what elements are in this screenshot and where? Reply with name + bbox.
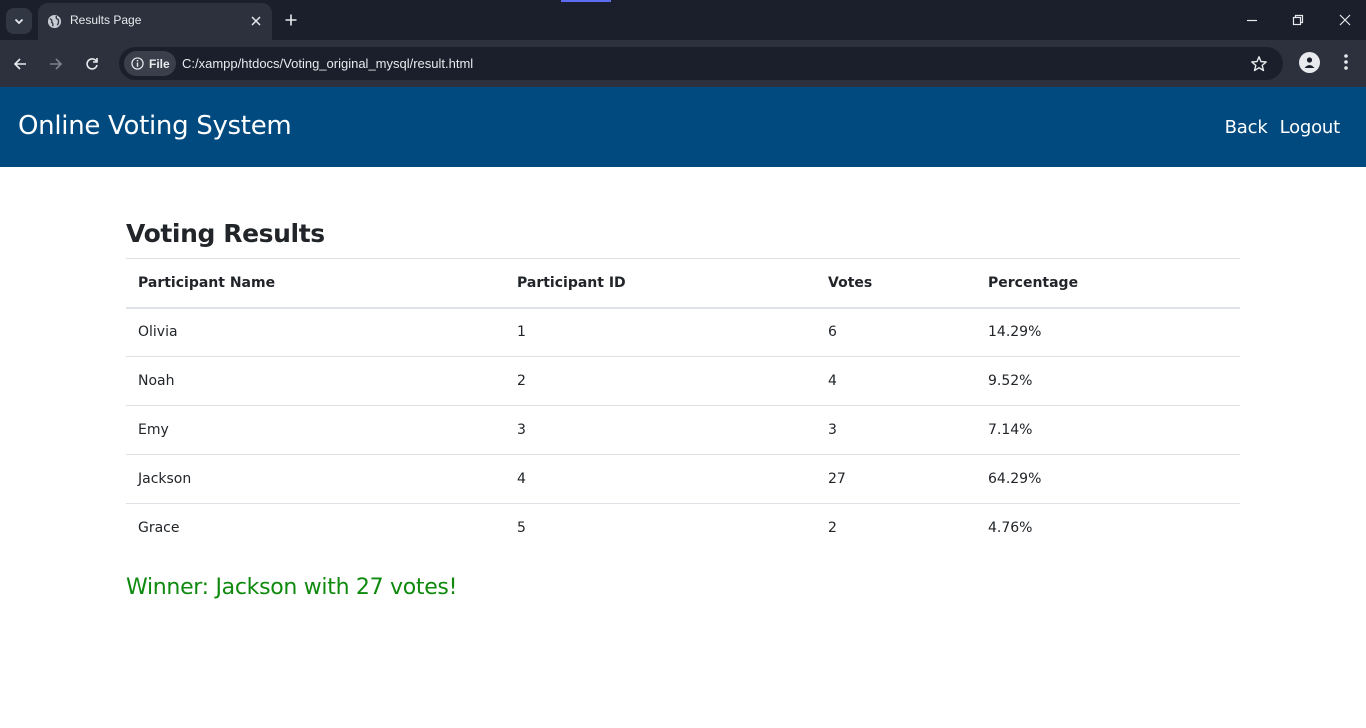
site-header: Online Voting System Back Logout <box>0 87 1366 167</box>
winner-announcement: Winner: Jackson with 27 votes! <box>126 574 458 600</box>
page-title: Voting Results <box>126 219 325 248</box>
avatar-icon <box>1304 57 1315 68</box>
site-title: Online Voting System <box>18 111 292 141</box>
new-tab-button[interactable] <box>282 11 300 29</box>
results-table: Participant Name Participant ID Votes Pe… <box>126 258 1240 553</box>
table-row: Olivia 1 6 14.29% <box>126 307 1240 357</box>
reload-icon <box>86 58 98 70</box>
restore-button[interactable] <box>1288 10 1308 30</box>
cell-votes: 6 <box>816 307 976 357</box>
arrow-right-icon <box>50 58 63 70</box>
globe-icon <box>47 14 62 29</box>
more-vertical-icon <box>1344 54 1348 70</box>
column-header-name: Participant Name <box>126 258 505 309</box>
back-link[interactable]: Back <box>1225 117 1268 138</box>
address-bar[interactable]: File C:/xampp/htdocs/Voting_original_mys… <box>119 47 1283 80</box>
site-chip-label: File <box>149 56 170 71</box>
close-icon <box>251 16 261 26</box>
browser-tab-active[interactable]: Results Page <box>38 3 272 40</box>
browser-menu-button[interactable] <box>1337 51 1355 73</box>
cell-id: 3 <box>505 405 816 455</box>
cell-percentage: 7.14% <box>976 405 1240 455</box>
table-header-row: Participant Name Participant ID Votes Pe… <box>126 258 1240 309</box>
column-header-votes: Votes <box>816 258 976 309</box>
window-accent <box>561 0 611 2</box>
cell-id: 5 <box>505 503 816 553</box>
cell-percentage: 9.52% <box>976 356 1240 406</box>
cell-votes: 4 <box>816 356 976 406</box>
table-row: Jackson 4 27 64.29% <box>126 454 1240 504</box>
tab-close-button[interactable] <box>248 13 264 29</box>
table-row: Emy 3 3 7.14% <box>126 405 1240 455</box>
cell-name: Grace <box>126 503 505 553</box>
browser-toolbar: File C:/xampp/htdocs/Voting_original_mys… <box>0 40 1366 87</box>
url-text[interactable]: C:/xampp/htdocs/Voting_original_mysql/re… <box>182 56 473 71</box>
cell-id: 1 <box>505 307 816 357</box>
minimize-icon <box>1247 19 1257 22</box>
cell-votes: 3 <box>816 405 976 455</box>
column-header-id: Participant ID <box>505 258 816 309</box>
forward-nav-button[interactable] <box>45 53 67 75</box>
back-nav-button[interactable] <box>9 53 31 75</box>
restore-icon <box>1292 14 1304 26</box>
info-icon <box>131 57 144 70</box>
cell-id: 2 <box>505 356 816 406</box>
site-info-chip[interactable]: File <box>124 51 176 76</box>
chevron-down-icon <box>14 18 24 25</box>
reload-button[interactable] <box>81 53 103 75</box>
close-icon <box>1339 14 1351 26</box>
cell-name: Noah <box>126 356 505 406</box>
cell-name: Jackson <box>126 454 505 504</box>
star-icon[interactable] <box>1250 55 1268 73</box>
close-window-button[interactable] <box>1335 10 1355 30</box>
column-header-percentage: Percentage <box>976 258 1240 309</box>
cell-name: Olivia <box>126 307 505 357</box>
plus-icon <box>285 14 297 26</box>
cell-id: 4 <box>505 454 816 504</box>
minimize-button[interactable] <box>1242 10 1262 30</box>
profile-button[interactable] <box>1299 52 1320 73</box>
cell-percentage: 4.76% <box>976 503 1240 553</box>
cell-votes: 27 <box>816 454 976 504</box>
header-nav: Back Logout <box>1225 117 1341 138</box>
tab-search-button[interactable] <box>6 8 32 34</box>
tab-title: Results Page <box>70 13 142 27</box>
logout-link[interactable]: Logout <box>1280 117 1341 138</box>
cell-percentage: 64.29% <box>976 454 1240 504</box>
results-section: Voting Results Participant Name Particip… <box>126 216 1240 600</box>
arrow-left-icon <box>13 58 26 70</box>
browser-tabstrip: Results Page <box>0 0 1366 40</box>
table-row: Noah 2 4 9.52% <box>126 356 1240 406</box>
cell-votes: 2 <box>816 503 976 553</box>
cell-percentage: 14.29% <box>976 307 1240 357</box>
table-row: Grace 5 2 4.76% <box>126 503 1240 553</box>
cell-name: Emy <box>126 405 505 455</box>
